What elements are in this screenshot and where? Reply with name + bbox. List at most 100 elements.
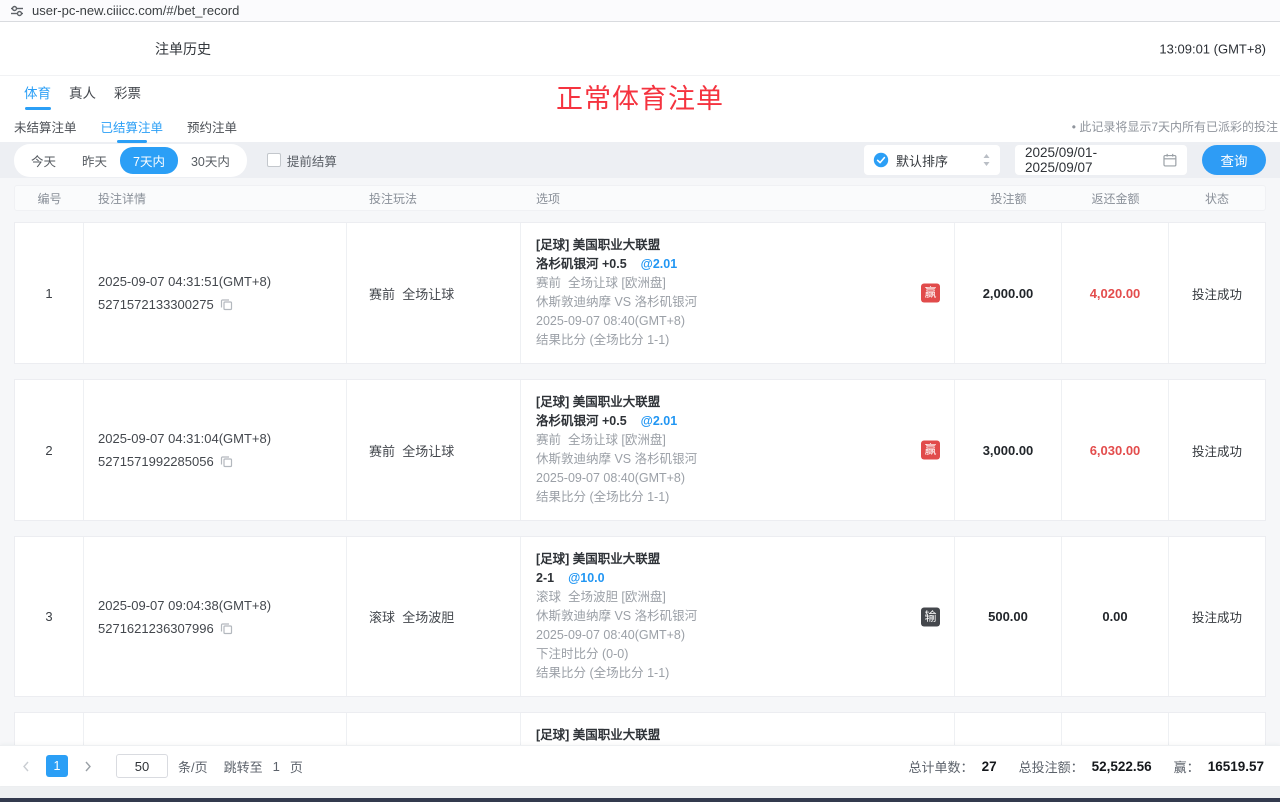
bet-time: 2025-09-07 09:04:38(GMT+8) <box>98 594 271 617</box>
subtab-unsettled-label: 未结算注单 <box>14 121 77 135</box>
copy-icon[interactable] <box>220 298 233 311</box>
jump-page-number: 1 <box>273 759 280 774</box>
col-option: 选项 <box>521 190 955 207</box>
bet-table-section: 编号 投注详情 投注玩法 选项 投注额 返还金额 状态 1 2025-09-07… <box>0 178 1280 745</box>
tab-live[interactable]: 真人 <box>69 82 96 102</box>
order-id-line: 5271621236307996 <box>98 617 233 640</box>
option-detail-line: 休斯敦迪纳摩 VS 洛杉矶银河 <box>536 293 697 312</box>
table-row: 1 2025-09-07 04:31:51(GMT+8) 52715721333… <box>14 222 1266 364</box>
pager: 1 条/页 跳转至 1 页 <box>16 754 303 778</box>
return-amount: 4,020.00 <box>1062 223 1169 363</box>
early-settle-option[interactable]: 提前结算 <box>267 151 337 170</box>
col-number: 编号 <box>15 190 84 207</box>
per-page-label: 条/页 <box>178 757 208 776</box>
prev-page-button[interactable] <box>16 755 36 777</box>
order-id-line: 5271571992285056 <box>98 450 233 473</box>
play-type: 滚球 全场波胆 <box>347 537 521 696</box>
row-status: 投注成功 <box>1169 223 1265 363</box>
bet-amount: 500.00 <box>955 537 1062 696</box>
table-row: 4 2025-09-07 09:04:36(GMT+8) 滚球 全场波胆 [足球… <box>14 712 1266 745</box>
sort-select[interactable]: 默认排序 <box>864 145 1000 175</box>
order-id: 5271572133300275 <box>98 293 214 316</box>
page-unit-label: 页 <box>290 757 303 776</box>
col-bet-amount: 投注额 <box>955 190 1062 207</box>
row-status: 投注成功 <box>1169 713 1265 745</box>
result-badge: 输 <box>921 607 940 626</box>
jump-label: 跳转至 <box>224 757 263 776</box>
page-size-input[interactable] <box>116 754 168 778</box>
subtab-settled[interactable]: 已结算注单 <box>101 117 164 136</box>
page-title: 注单历史 <box>155 39 211 59</box>
option-details: 赛前 全场让球 [欧洲盘]休斯敦迪纳摩 VS 洛杉矶银河2025-09-07 0… <box>536 274 697 350</box>
option-selection-line: 2-1@10.0 <box>536 569 605 588</box>
site-settings-icon[interactable] <box>10 4 24 18</box>
option-cell: [足球] 美国职业大联盟 1-0@5.50 滚球 全场波胆 [欧洲盘]休斯敦迪纳… <box>521 713 955 745</box>
table-row: 3 2025-09-07 09:04:38(GMT+8) 52716212363… <box>14 536 1266 697</box>
tab-lottery[interactable]: 彩票 <box>114 82 141 102</box>
play-type: 滚球 全场波胆 <box>347 713 521 745</box>
range-yesterday-button[interactable]: 昨天 <box>69 147 120 174</box>
row-status: 投注成功 <box>1169 380 1265 520</box>
bet-time: 2025-09-07 04:31:04(GMT+8) <box>98 427 271 450</box>
jump-group: 跳转至 1 页 <box>224 757 303 776</box>
summary-totals: 总计单数： 27 总投注额： 52,522.56 赢： 16519.57 <box>909 757 1264 776</box>
pagination-footer: 1 条/页 跳转至 1 页 总计单数： 27 总投注额： 52,522.56 赢… <box>0 745 1280 786</box>
bet-amount: 2,000.00 <box>955 223 1062 363</box>
url-text[interactable]: user-pc-new.ciiicc.com/#/bet_record <box>32 3 239 18</box>
option-detail-line: 结果比分 (全场比分 1-1) <box>536 488 697 507</box>
option-details: 滚球 全场波胆 [欧洲盘]休斯敦迪纳摩 VS 洛杉矶银河2025-09-07 0… <box>536 588 697 683</box>
option-selection: 2-1 <box>536 571 554 585</box>
tab-lottery-label: 彩票 <box>114 86 141 101</box>
tab-sports[interactable]: 体育 <box>24 82 51 102</box>
copy-icon[interactable] <box>220 622 233 635</box>
result-badge: 赢 <box>921 441 940 460</box>
play-type: 赛前 全场让球 <box>347 223 521 363</box>
range-30days-button[interactable]: 30天内 <box>178 147 243 174</box>
option-detail-line: 赛前 全场让球 [欧洲盘] <box>536 431 697 450</box>
option-detail-line: 休斯敦迪纳摩 VS 洛杉矶银河 <box>536 607 697 626</box>
bet-detail-cell: 2025-09-07 04:31:51(GMT+8) 5271572133300… <box>84 223 347 363</box>
total-count-label: 总计单数： <box>909 757 974 776</box>
filter-bar: 今天 昨天 7天内 30天内 提前结算 默认排序 2025/09/01-2025… <box>0 142 1280 178</box>
option-league: [足球] 美国职业大联盟 <box>536 726 660 745</box>
option-selection-line: 洛杉矶银河 +0.5@2.01 <box>536 255 677 274</box>
copy-icon[interactable] <box>220 455 233 468</box>
early-settle-checkbox[interactable] <box>267 153 281 167</box>
range-today-button[interactable]: 今天 <box>18 147 69 174</box>
option-detail-line: 2025-09-07 08:40(GMT+8) <box>536 469 697 488</box>
play-type: 赛前 全场让球 <box>347 380 521 520</box>
option-selection: 洛杉矶银河 +0.5 <box>536 257 627 271</box>
subtab-settled-label: 已结算注单 <box>101 121 164 135</box>
col-bet-detail: 投注详情 <box>84 190 347 207</box>
order-id: 5271571992285056 <box>98 450 214 473</box>
option-detail-line: 结果比分 (全场比分 1-1) <box>536 331 697 350</box>
range-7days-button[interactable]: 7天内 <box>120 147 178 174</box>
active-subtab-underline <box>117 140 147 143</box>
page-1-button[interactable]: 1 <box>46 755 68 777</box>
option-details: 赛前 全场让球 [欧洲盘]休斯敦迪纳摩 VS 洛杉矶银河2025-09-07 0… <box>536 431 697 507</box>
subtab-reserved[interactable]: 预约注单 <box>187 117 237 136</box>
search-button[interactable]: 查询 <box>1202 145 1266 175</box>
table-row: 2 2025-09-07 04:31:04(GMT+8) 52715719922… <box>14 379 1266 521</box>
subtab-unsettled[interactable]: 未结算注单 <box>14 117 77 136</box>
option-cell: [足球] 美国职业大联盟 2-1@10.0 滚球 全场波胆 [欧洲盘]休斯敦迪纳… <box>521 537 955 696</box>
row-number: 2 <box>15 380 84 520</box>
date-range-text: 2025/09/01-2025/09/07 <box>1025 145 1163 175</box>
result-badge: 赢 <box>921 284 940 303</box>
col-return-amount: 返还金额 <box>1062 190 1169 207</box>
bet-detail-cell: 2025-09-07 09:04:36(GMT+8) <box>84 713 347 745</box>
next-page-button[interactable] <box>78 755 98 777</box>
page-header: 注单历史 13:09:01 (GMT+8) <box>0 22 1280 76</box>
order-id: 5271621236307996 <box>98 617 214 640</box>
win-value: 16519.57 <box>1208 759 1264 774</box>
bet-detail-cell: 2025-09-07 09:04:38(GMT+8) 5271621236307… <box>84 537 347 696</box>
early-settle-label[interactable]: 提前结算 <box>287 151 337 170</box>
date-range-input[interactable]: 2025/09/01-2025/09/07 <box>1015 145 1187 175</box>
sort-caret-icon <box>982 153 991 167</box>
return-amount: 0.00 <box>1062 713 1169 745</box>
bet-detail-cell: 2025-09-07 04:31:04(GMT+8) 5271571992285… <box>84 380 347 520</box>
row-status: 投注成功 <box>1169 537 1265 696</box>
option-detail-line: 结果比分 (全场比分 1-1) <box>536 664 697 683</box>
total-bet-value: 52,522.56 <box>1092 759 1152 774</box>
row-number: 1 <box>15 223 84 363</box>
